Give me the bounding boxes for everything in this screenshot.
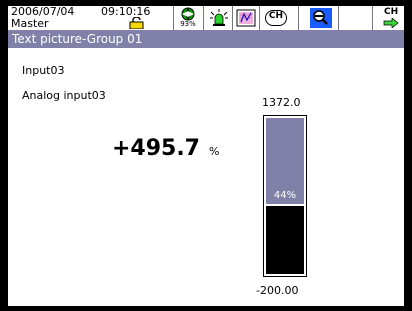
- scale-min-label: -200.00: [256, 284, 299, 297]
- channel-switch-icon[interactable]: CH: [378, 7, 404, 29]
- measured-value: +495.7: [111, 136, 200, 161]
- channel-tag: Input03: [22, 64, 65, 77]
- separator: [372, 6, 373, 30]
- text-picture-panel: Input03 Analog input03 +495.7 % 1372.0 4…: [8, 48, 404, 306]
- separator: [298, 6, 299, 30]
- separator: [232, 6, 233, 30]
- alarm-icon[interactable]: [209, 8, 229, 28]
- report-icon[interactable]: [236, 9, 256, 27]
- search-button[interactable]: [310, 8, 332, 28]
- lock-icon: [129, 17, 144, 29]
- channel-switch-label: CH: [384, 7, 399, 17]
- user-name: Master: [11, 17, 49, 30]
- ch-icon[interactable]: CH: [263, 9, 289, 27]
- separator: [338, 6, 339, 30]
- search-icon: [313, 10, 328, 25]
- page-title: Text picture-Group 01: [12, 32, 143, 46]
- bar-fill-region: [266, 205, 304, 274]
- arrow-right-icon: [383, 18, 399, 28]
- recorder-display: 2006/07/04 09:10:16 Master 93% CH CH Tex…: [8, 6, 404, 306]
- memory-percent: 93%: [180, 20, 196, 28]
- bar-percent-label: 44%: [273, 190, 297, 201]
- screen-frame: 2006/07/04 09:10:16 Master 93% CH CH Tex…: [0, 0, 412, 311]
- bar-graph: 44%: [263, 115, 307, 277]
- bar-level-line: [266, 204, 304, 206]
- value-unit: %: [209, 145, 220, 158]
- separator: [203, 6, 204, 30]
- scale-max-label: 1372.0: [262, 96, 301, 109]
- separator: [173, 6, 174, 30]
- channel-comment: Analog input03: [22, 89, 106, 102]
- separator: [259, 6, 260, 30]
- status-bar: 2006/07/04 09:10:16 Master 93% CH CH: [8, 6, 404, 30]
- ch-icon-label: CH: [268, 11, 284, 21]
- title-bar: Text picture-Group 01: [8, 30, 404, 48]
- datetime-panel: 2006/07/04 09:10:16 Master: [11, 6, 173, 30]
